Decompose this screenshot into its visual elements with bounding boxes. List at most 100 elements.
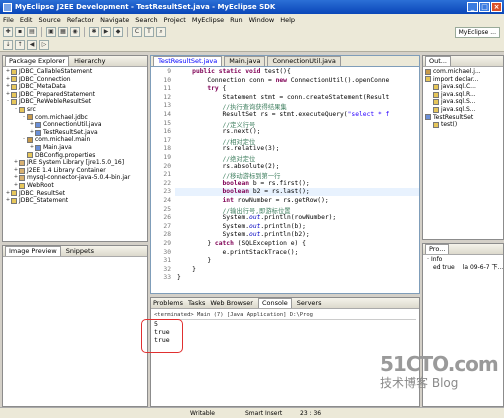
tree-item[interactable]: + JDBC_MetaData <box>5 83 145 91</box>
code-line[interactable]: boolean b2 = rs.last(); <box>177 188 310 195</box>
browser-icon[interactable]: ◉ <box>70 26 80 37</box>
perspective-myeclipse-button[interactable]: MyEclipse ... <box>454 27 500 38</box>
menu-source[interactable]: Source <box>38 16 60 24</box>
outline-item[interactable]: TestResultSet <box>425 114 501 122</box>
server-icon[interactable]: ▣ <box>46 26 56 37</box>
code-line[interactable]: try { <box>177 85 226 92</box>
tab-image-preview[interactable]: Image Preview <box>5 246 61 256</box>
tree-item[interactable]: + JDBC_PreparedStatement <box>5 91 145 99</box>
tree-item[interactable]: + J2EE 1.4 Library Container <box>5 167 145 175</box>
code-line[interactable]: } <box>177 274 181 281</box>
menu-navigate[interactable]: Navigate <box>100 16 129 24</box>
tree-item[interactable]: - com.michael.jdbc <box>5 114 145 122</box>
outline-item[interactable]: java.sql.S... <box>425 98 501 106</box>
tab-testresultset-java[interactable]: TestResultSet.java <box>153 56 223 66</box>
code-line[interactable]: e.printStackTrace(); <box>177 249 298 256</box>
tab-tasks[interactable]: Tasks <box>188 299 205 307</box>
menu-refactor[interactable]: Refactor <box>67 16 94 24</box>
tab-servers[interactable]: Servers <box>297 299 322 307</box>
tree-item[interactable]: - src <box>5 106 145 114</box>
code-line[interactable]: } <box>177 257 211 264</box>
outline-item[interactable]: java.sql.S... <box>425 106 501 114</box>
tab-connectionutil-java[interactable]: ConnectionUtil.java <box>267 56 341 66</box>
menu-search[interactable]: Search <box>135 16 157 24</box>
line-number: 21 <box>163 171 171 179</box>
external-tools-icon[interactable]: ◆ <box>113 26 123 37</box>
menu-run[interactable]: Run <box>230 16 242 24</box>
code-line[interactable]: public static void test(){ <box>177 68 291 75</box>
tab-outline[interactable]: Out... <box>425 56 451 66</box>
tree-item[interactable]: + TestResultSet.java <box>5 129 145 137</box>
outline-item[interactable]: java.sql.C... <box>425 83 501 91</box>
menu-project[interactable]: Project <box>164 16 186 24</box>
save-icon[interactable]: ▪ <box>15 26 25 37</box>
menu-edit[interactable]: Edit <box>20 16 33 24</box>
open-type-icon[interactable]: T <box>144 26 154 37</box>
code-line[interactable]: boolean b = rs.first(); <box>177 180 310 187</box>
tree-item[interactable]: + ConnectionUtil.java <box>5 121 145 129</box>
next-annotation-icon[interactable]: ↓ <box>3 39 13 50</box>
minimize-button[interactable]: _ <box>467 2 478 12</box>
line-number: 18 <box>163 145 171 153</box>
outline-item[interactable]: import declar... <box>425 76 501 84</box>
tab-properties[interactable]: Pro... <box>425 244 450 254</box>
prev-annotation-icon[interactable]: ↑ <box>15 39 25 50</box>
code-line[interactable]: ResultSet rs = stmt.executeQuery("select… <box>177 111 389 118</box>
code-editor[interactable]: TestResultSet.java Main.java ConnectionU… <box>150 55 420 294</box>
code-line[interactable]: System.out.println(b2); <box>177 231 309 238</box>
properties-file-icon <box>27 152 33 159</box>
search-icon[interactable]: ⌕ <box>156 26 166 37</box>
outline-item[interactable]: java.sql.R... <box>425 91 501 99</box>
close-button[interactable]: × <box>491 2 502 12</box>
new-class-icon[interactable]: C <box>132 26 142 37</box>
outline-element-icon <box>425 76 431 83</box>
tab-web-browser[interactable]: Web Browser <box>210 299 253 307</box>
print-icon[interactable]: ▤ <box>27 26 37 37</box>
outline-item[interactable]: test() <box>425 121 501 129</box>
tree-item[interactable]: - com.michael.main <box>5 136 145 144</box>
menu-help[interactable]: Help <box>280 16 295 24</box>
line-number: 29 <box>163 240 171 247</box>
run-icon[interactable]: ▶ <box>101 26 111 37</box>
tree-item[interactable]: + mysql-connector-java-5.0.4-bin.jar <box>5 174 145 182</box>
tab-console[interactable]: Console <box>257 298 292 308</box>
code-line[interactable]: } <box>177 266 196 273</box>
code-line[interactable]: } catch (SQLException e) { <box>177 240 306 247</box>
tree-item[interactable]: + WebRoot <box>5 182 145 190</box>
code-line[interactable]: Statement stmt = conn.createStatement(Re… <box>177 94 389 101</box>
code-line[interactable]: System.out.println(b); <box>177 223 305 230</box>
code-line[interactable]: rs.next(); <box>177 128 260 135</box>
menu-myeclipse[interactable]: MyEclipse <box>192 16 224 24</box>
tree-item[interactable]: + JDBC_CallableStatement <box>5 68 145 76</box>
code-line[interactable]: rs.relative(3); <box>177 145 279 152</box>
outline-item[interactable]: com.michael.j... <box>425 68 501 76</box>
tab-problems[interactable]: Problems <box>153 299 183 307</box>
code-area[interactable]: 9 public static void test(){10 Connectio… <box>151 68 419 293</box>
tree-item[interactable]: + Main.java <box>5 144 145 152</box>
tree-item[interactable]: + JRE System Library [jre1.5.0_16] <box>5 159 145 167</box>
deploy-icon[interactable]: ▦ <box>58 26 68 37</box>
tree-item[interactable]: DBConfig.properties <box>5 152 145 160</box>
debug-icon[interactable]: ✱ <box>89 26 99 37</box>
tab-hierarchy[interactable]: Hierarchy <box>74 57 105 65</box>
code-line[interactable]: Connection conn = new ConnectionUtil().o… <box>177 77 389 84</box>
tab-main-java[interactable]: Main.java <box>224 56 266 66</box>
back-icon[interactable]: ◀ <box>27 39 37 50</box>
forward-icon[interactable]: ▷ <box>39 39 49 50</box>
menu-file[interactable]: File <box>3 16 14 24</box>
line-number: 24 <box>163 197 171 204</box>
code-line[interactable]: System.out.println(rowNumber); <box>177 214 336 221</box>
tree-item[interactable]: - JDBC_ReWebleResultSet <box>5 98 145 106</box>
tree-item[interactable]: + JDBC_Statement <box>5 197 145 205</box>
menu-window[interactable]: Window <box>249 16 275 24</box>
maximize-button[interactable]: □ <box>479 2 490 12</box>
tree-item-label: JDBC_MetaData <box>19 83 66 91</box>
code-line[interactable]: rs.absolute(2); <box>177 163 279 170</box>
code-line[interactable]: int rowNumber = rs.getRow(); <box>177 197 329 204</box>
tree-item[interactable]: + JDBC_ResultSet <box>5 190 145 198</box>
tab-package-explorer[interactable]: Package Explorer <box>5 56 70 66</box>
tree-item[interactable]: + JDBC_Connection <box>5 76 145 84</box>
tab-snippets[interactable]: Snippets <box>66 247 94 255</box>
line-number: 12 <box>163 93 171 101</box>
new-icon[interactable]: ✚ <box>3 26 13 37</box>
